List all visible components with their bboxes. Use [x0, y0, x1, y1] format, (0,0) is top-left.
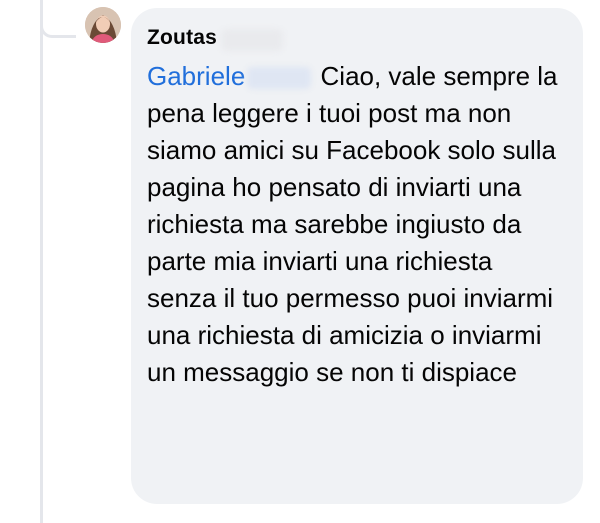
comment-text: Gabriele Ciao, vale sempre la pena legge…	[147, 58, 567, 391]
reply-thread-line	[40, 0, 43, 523]
reply-connector-line	[40, 22, 76, 38]
comment-header: Zoutas	[147, 18, 567, 58]
user-avatar-icon	[85, 7, 121, 43]
author-name[interactable]: Zoutas	[147, 26, 217, 49]
redacted-surname	[221, 28, 284, 51]
redacted-mention-surname	[247, 67, 312, 90]
mention-name[interactable]: Gabriele	[147, 61, 245, 91]
mention-link[interactable]: Gabriele	[147, 61, 313, 91]
comment-body: Ciao, vale sempre la pena leggere i tuoi…	[147, 61, 558, 387]
comment-bubble: Zoutas Gabriele Ciao, vale sempre la pen…	[131, 8, 583, 504]
avatar[interactable]	[85, 7, 121, 43]
